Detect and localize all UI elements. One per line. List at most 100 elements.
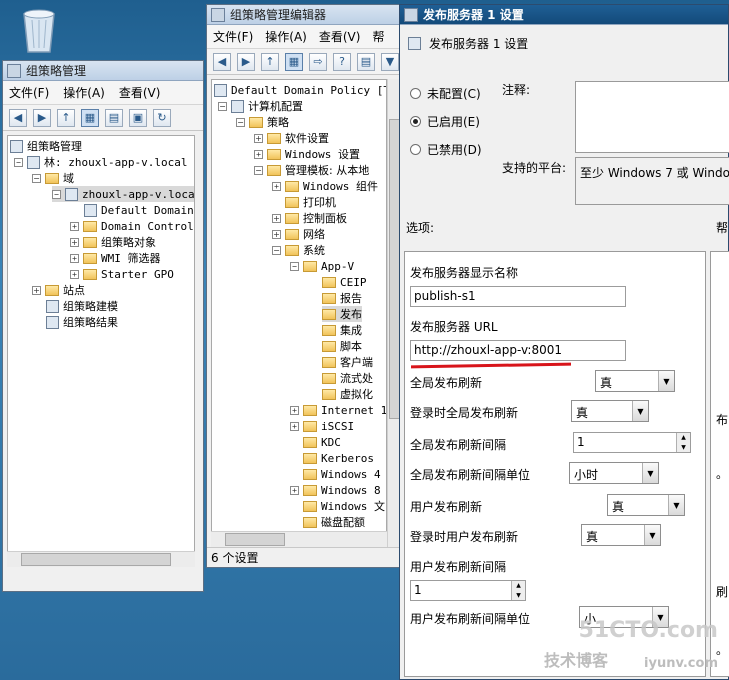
url-input[interactable]: http://zhouxl-app-v:8001 bbox=[410, 340, 626, 361]
expand-icon[interactable]: + bbox=[70, 237, 79, 247]
collapse-icon[interactable]: − bbox=[14, 157, 23, 167]
forward-arrow-icon[interactable]: ▶ bbox=[237, 52, 255, 71]
gpme-hscrollbar[interactable] bbox=[211, 531, 387, 547]
collapse-icon[interactable]: − bbox=[254, 165, 263, 175]
tree-item[interactable]: 报告 bbox=[322, 290, 362, 306]
expand-icon[interactable]: + bbox=[70, 221, 79, 231]
logon-user-refresh-select[interactable]: 真 ▼ bbox=[581, 524, 661, 546]
radio-not-configured[interactable]: 未配置(C) bbox=[410, 85, 481, 102]
spinner-arrows-icon[interactable]: ▲ ▼ bbox=[676, 433, 690, 452]
chevron-down-icon[interactable]: ▼ bbox=[642, 463, 658, 483]
export-icon[interactable]: ⇨ bbox=[309, 52, 327, 71]
tree-item[interactable]: + 控制面板 bbox=[272, 210, 347, 226]
scroll-thumb[interactable] bbox=[225, 533, 285, 546]
collapse-icon[interactable]: − bbox=[272, 245, 281, 255]
back-arrow-icon[interactable]: ◀ bbox=[9, 108, 27, 127]
gpmc-menu-action[interactable]: 操作(A) bbox=[63, 84, 105, 101]
tree-item[interactable]: + 组策略对象 bbox=[70, 234, 156, 250]
back-arrow-icon[interactable]: ◀ bbox=[213, 52, 231, 71]
tree-item[interactable]: 组策略管理 bbox=[10, 138, 82, 154]
up-folder-icon[interactable]: ↑ bbox=[261, 52, 279, 71]
radio-circle[interactable] bbox=[410, 88, 421, 99]
tree-item[interactable]: + Windows 设置 bbox=[254, 146, 360, 162]
tree-item[interactable]: CEIP bbox=[322, 274, 367, 290]
expand-icon[interactable]: + bbox=[290, 485, 299, 495]
help-icon[interactable]: ? bbox=[333, 52, 351, 71]
collapse-icon[interactable]: − bbox=[32, 173, 41, 183]
gpme-menu-help[interactable]: 帮 bbox=[372, 28, 384, 45]
global-refresh-select[interactable]: 真 ▼ bbox=[595, 370, 675, 392]
tree-item[interactable]: KDC bbox=[303, 434, 341, 450]
tree-item[interactable]: 组策略结果 bbox=[46, 314, 118, 330]
expand-icon[interactable]: + bbox=[272, 213, 281, 223]
tree-item[interactable]: + iSCSI bbox=[290, 418, 354, 434]
tree-item[interactable]: − 策略 bbox=[236, 114, 289, 130]
tree-item[interactable]: + Windows 8 bbox=[290, 482, 381, 498]
tree-item[interactable]: Default Domain Policy [TE bbox=[214, 82, 386, 98]
tree-item[interactable]: 虚拟化 bbox=[322, 386, 373, 402]
forward-arrow-icon[interactable]: ▶ bbox=[33, 108, 51, 127]
console-icon[interactable]: ▤ bbox=[357, 52, 375, 71]
tree-item-selected[interactable]: − zhouxl-app-v.loca bbox=[52, 186, 194, 202]
show-tree-icon[interactable]: ▦ bbox=[81, 108, 99, 127]
global-interval-unit-select[interactable]: 小时 ▼ bbox=[569, 462, 659, 484]
collapse-icon[interactable]: − bbox=[218, 101, 227, 111]
tree-item[interactable]: + 软件设置 bbox=[254, 130, 329, 146]
tree-item[interactable]: + 网络 bbox=[272, 226, 325, 242]
chevron-down-icon[interactable]: ▼ bbox=[658, 371, 674, 391]
scroll-thumb[interactable] bbox=[21, 553, 171, 566]
collapse-icon[interactable]: − bbox=[236, 117, 245, 127]
expand-icon[interactable]: + bbox=[290, 421, 299, 431]
tree-item[interactable]: Windows 文 bbox=[303, 498, 385, 514]
tree-item[interactable]: 脚本 bbox=[322, 338, 362, 354]
comment-textarea[interactable] bbox=[575, 81, 729, 153]
spinner-arrows-icon[interactable]: ▲ ▼ bbox=[511, 581, 525, 600]
tree-item[interactable]: 客户端 bbox=[322, 354, 373, 370]
refresh-icon[interactable]: ↻ bbox=[153, 108, 171, 127]
tree-item-selected[interactable]: 发布 bbox=[322, 306, 362, 322]
global-interval-spinner[interactable]: 1 ▲ ▼ bbox=[573, 432, 691, 453]
collapse-icon[interactable]: − bbox=[290, 261, 299, 271]
expand-icon[interactable]: + bbox=[32, 285, 41, 295]
tree-item[interactable]: 打印机 bbox=[285, 194, 336, 210]
recycle-bin-icon[interactable] bbox=[18, 6, 60, 56]
user-refresh-select[interactable]: 真 ▼ bbox=[607, 494, 685, 516]
expand-icon[interactable]: + bbox=[272, 181, 281, 191]
tree-item[interactable]: + Internet 1 bbox=[290, 402, 386, 418]
properties-icon[interactable]: ▣ bbox=[129, 108, 147, 127]
show-tree-icon[interactable]: ▦ bbox=[285, 52, 303, 71]
tree-item[interactable]: − 管理模板: 从本地 bbox=[254, 162, 369, 178]
chevron-down-icon[interactable]: ▼ bbox=[632, 401, 648, 421]
tree-item[interactable]: 集成 bbox=[322, 322, 362, 338]
gpmc-hscrollbar[interactable] bbox=[7, 551, 195, 567]
tree-item[interactable]: 组策略建模 bbox=[46, 298, 118, 314]
tree-item[interactable]: − 系统 bbox=[272, 242, 325, 258]
expand-icon[interactable]: + bbox=[70, 253, 79, 263]
gpme-menu-view[interactable]: 查看(V) bbox=[319, 28, 361, 45]
tree-item[interactable]: 流式处 bbox=[322, 370, 373, 386]
tree-item[interactable]: + Starter GPO bbox=[70, 266, 174, 282]
expand-icon[interactable]: + bbox=[70, 269, 79, 279]
gpme-menu-file[interactable]: 文件(F) bbox=[213, 28, 253, 45]
tree-item[interactable]: − 域 bbox=[32, 170, 74, 186]
radio-circle-checked[interactable] bbox=[410, 116, 421, 127]
radio-circle[interactable] bbox=[410, 144, 421, 155]
gpmc-menu-view[interactable]: 查看(V) bbox=[119, 84, 161, 101]
tree-item[interactable]: + Domain Control bbox=[70, 218, 194, 234]
filter-icon[interactable]: ▼ bbox=[381, 52, 399, 71]
tree-item[interactable]: + 站点 bbox=[32, 282, 85, 298]
gpme-menu-action[interactable]: 操作(A) bbox=[265, 28, 307, 45]
tree-item[interactable]: Kerberos bbox=[303, 450, 374, 466]
tree-item[interactable]: − 计算机配置 bbox=[218, 98, 303, 114]
tree-item[interactable]: − 林: zhouxl-app-v.local bbox=[14, 154, 187, 170]
gpmc-menu-file[interactable]: 文件(F) bbox=[9, 84, 49, 101]
chevron-down-icon[interactable]: ▼ bbox=[644, 525, 660, 545]
radio-disabled[interactable]: 已禁用(D) bbox=[410, 141, 482, 158]
expand-icon[interactable]: + bbox=[290, 405, 299, 415]
logon-global-refresh-select[interactable]: 真 ▼ bbox=[571, 400, 649, 422]
expand-icon[interactable]: + bbox=[254, 149, 263, 159]
up-folder-icon[interactable]: ↑ bbox=[57, 108, 75, 127]
tree-item[interactable]: Windows 4 bbox=[303, 466, 381, 482]
expand-icon[interactable]: + bbox=[254, 133, 263, 143]
copy-icon[interactable]: ▤ bbox=[105, 108, 123, 127]
